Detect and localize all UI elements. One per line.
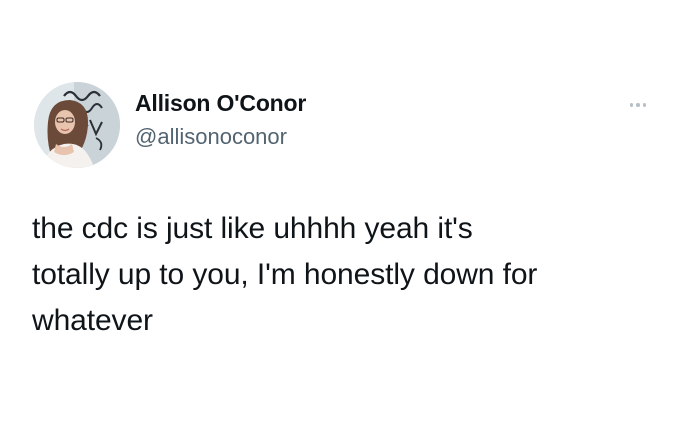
author-handle[interactable]: @allisonoconor bbox=[135, 123, 306, 151]
tweet-author: Allison O'Conor @allisonoconor bbox=[135, 88, 306, 151]
more-horizontal-icon bbox=[642, 103, 647, 107]
tweet-text: the cdc is just like uhhhh yeah it's tot… bbox=[32, 212, 538, 337]
author-display-name[interactable]: Allison O'Conor bbox=[135, 88, 306, 118]
more-horizontal-icon bbox=[629, 103, 634, 107]
avatar[interactable] bbox=[34, 82, 120, 168]
more-options-button[interactable] bbox=[622, 96, 654, 114]
profile-photo-icon bbox=[34, 82, 120, 168]
more-horizontal-icon bbox=[636, 103, 640, 107]
tweet-card: Allison O'Conor @allisonoconor the cdc i… bbox=[0, 0, 690, 440]
